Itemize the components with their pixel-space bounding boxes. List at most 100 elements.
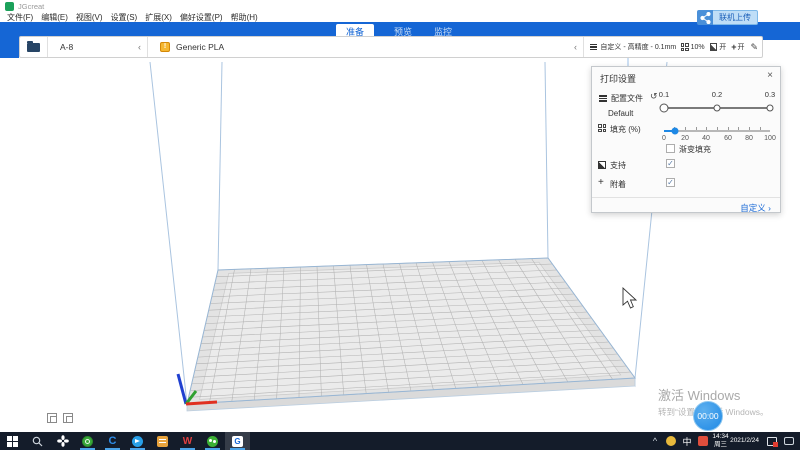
search-icon: [32, 436, 43, 447]
green-app-icon: [82, 436, 93, 447]
adhesion-icon: +: [731, 42, 736, 52]
infill-tick-20: 20: [681, 135, 689, 142]
taskbar-app-wechat[interactable]: [200, 432, 225, 450]
taskbar-app-c[interactable]: C: [100, 432, 125, 450]
mouse-cursor: [623, 288, 636, 308]
action-center-icon[interactable]: [784, 437, 794, 445]
support-checkbox[interactable]: ✓: [666, 159, 675, 168]
taskbar-app-yellow[interactable]: [150, 432, 175, 450]
infill-tick-mark: [738, 127, 739, 130]
model-cube-icon[interactable]: [63, 413, 73, 423]
reset-icon[interactable]: ↺: [650, 91, 658, 102]
support-label: 支持: [610, 160, 626, 171]
material-selector[interactable]: ! Generic PLA ‹: [148, 37, 584, 57]
tray-icon-yellow[interactable]: [666, 436, 676, 446]
infill-slider-track[interactable]: [664, 130, 770, 132]
profile-mark-02: 0.2: [712, 90, 722, 99]
infill-tick-mark: [685, 127, 686, 130]
taskbar-app-green[interactable]: [75, 432, 100, 450]
close-icon[interactable]: ×: [767, 70, 773, 81]
panel-title: 打印设置: [600, 72, 636, 85]
profile-name: 自定义 - 高精度 - 0.1mm: [600, 42, 676, 52]
infill-tick-mark: [728, 127, 729, 130]
adhesion-label: 附着: [610, 179, 626, 190]
share-network-icon: [697, 10, 713, 25]
printer-name: A-8: [60, 42, 73, 52]
window-title: JGcreat: [18, 2, 44, 11]
open-file-button[interactable]: [20, 37, 48, 57]
infill-tick-mark: [717, 127, 718, 130]
profile-mark-03: 0.3: [765, 90, 775, 99]
w-app-icon: W: [183, 436, 192, 447]
infill-tick-60: 60: [724, 135, 732, 142]
ime-indicator[interactable]: 中: [679, 435, 695, 448]
printer-selector[interactable]: A-8 ‹: [48, 37, 148, 57]
print-settings-panel: 打印设置 × 配置文件 ↺ 0.1 0.2 0.3 Default 填充 (%)…: [591, 66, 781, 213]
chevron-left-icon: ‹: [138, 42, 141, 52]
pinwheel-icon: [57, 435, 69, 447]
support-icon: [710, 43, 718, 51]
taskbar-time: 14:34 周三: [711, 433, 730, 449]
profile-label: 配置文件: [611, 93, 643, 104]
profile-layers-icon: [599, 95, 607, 102]
app-logo-icon: [5, 2, 14, 11]
profile-mark-01: 0.1: [659, 90, 669, 99]
profile-subtitle: Default: [608, 109, 633, 118]
tray-icon-red[interactable]: [698, 436, 708, 446]
infill-label: 填充 (%): [610, 124, 641, 135]
notification-icon[interactable]: [767, 437, 777, 446]
profile-slider-stop-02[interactable]: [714, 105, 721, 112]
chevron-left-icon: ‹: [574, 42, 577, 52]
taskbar-app-jgcreat[interactable]: G: [225, 432, 250, 450]
system-tray: ^ 中 14:34 周三 2021/2/24: [647, 432, 800, 450]
start-button[interactable]: [0, 432, 25, 450]
paper-plane-icon: [132, 436, 143, 447]
infill-tick-mark: [696, 127, 697, 130]
titlebar: JGcreat 文件(F) 编辑(E) 视图(V) 设置(S) 扩展(X) 偏好…: [0, 0, 800, 22]
adhesion-state: 开: [737, 42, 744, 52]
taskbar-date: 2021/2/24: [730, 437, 759, 445]
taskbar-app-messenger[interactable]: [125, 432, 150, 450]
print-settings-summary[interactable]: 自定义 - 高精度 - 0.1mm 10% 开 + 开 ✎: [584, 37, 762, 57]
network-upload-button[interactable]: 联机上传: [697, 10, 758, 25]
material-name: Generic PLA: [176, 42, 224, 52]
infill-tick-mark: [760, 127, 761, 130]
adhesion-icon: +: [598, 177, 604, 188]
toolbar-accent: [0, 36, 19, 58]
upload-button-label: 联机上传: [713, 10, 758, 25]
clock-date[interactable]: 14:34 周三 2021/2/24: [711, 433, 759, 449]
taskbar-app-wps[interactable]: W: [175, 432, 200, 450]
jgcreat-app-icon: G: [232, 436, 243, 447]
profile-layers-icon: [590, 44, 597, 51]
config-toolbar: A-8 ‹ ! Generic PLA ‹ 自定义 - 高精度 - 0.1mm …: [19, 36, 763, 58]
gradual-infill-label: 渐变填充: [679, 144, 711, 155]
gradual-infill-checkbox[interactable]: [666, 144, 675, 153]
x-axis: [186, 402, 217, 404]
yellow-app-icon: [157, 436, 168, 447]
infill-tick-40: 40: [702, 135, 710, 142]
tray-expand-button[interactable]: ^: [647, 436, 663, 446]
infill-summary: 10%: [691, 44, 705, 51]
object-list-icon[interactable]: [47, 413, 57, 423]
panel-divider: [592, 197, 780, 198]
search-button[interactable]: [25, 432, 50, 450]
infill-tick-mark: [706, 127, 707, 130]
edit-pencil-icon: ✎: [750, 42, 758, 53]
taskbar-app-pinwheel[interactable]: [50, 432, 75, 450]
infill-slider-handle[interactable]: [672, 128, 679, 135]
profile-slider-stop-03[interactable]: [767, 105, 774, 112]
profile-slider-stop-01[interactable]: [660, 104, 669, 113]
infill-tick-100: 100: [764, 135, 776, 142]
adhesion-checkbox[interactable]: ✓: [666, 178, 675, 187]
infill-grid-icon: [598, 124, 606, 132]
support-icon: [598, 161, 606, 169]
infill-tick-mark: [749, 127, 750, 130]
support-state: 开: [719, 42, 726, 52]
material-spool-icon: !: [160, 42, 170, 52]
z-axis: [178, 374, 186, 404]
infill-tick-0: 0: [662, 135, 666, 142]
infill-grid-icon: [681, 43, 688, 51]
custom-settings-button[interactable]: 自定义 ›: [740, 202, 771, 214]
windows-taskbar: C W G ^ 中 14:34 周三 2021/2/24: [0, 432, 800, 450]
folder-icon: [27, 43, 40, 52]
